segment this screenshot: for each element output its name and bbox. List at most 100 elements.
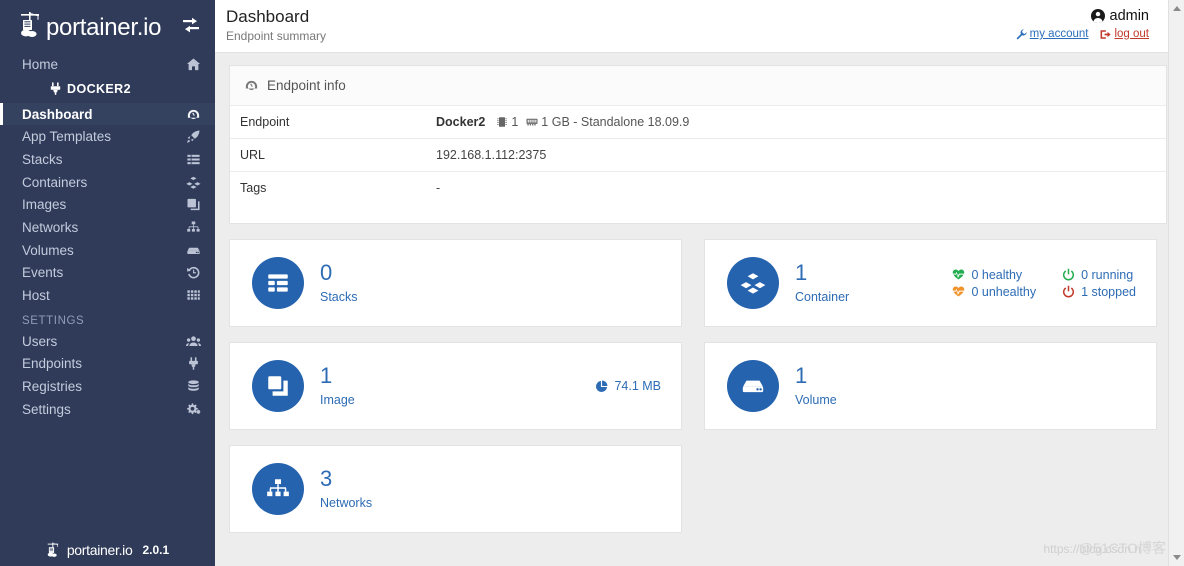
sign-out-icon <box>1101 29 1112 39</box>
sidebar-item-registries[interactable]: Registries <box>0 375 215 398</box>
th-icon <box>187 290 200 300</box>
users-icon <box>186 336 201 346</box>
sidebar: portainer.io Home DOCKER2 Dashboard App … <box>0 0 215 566</box>
sidebar-item-settings[interactable]: Settings <box>0 398 215 421</box>
status-healthy: 0 healthy <box>952 268 1036 282</box>
endpoint-info-header: Endpoint info <box>230 66 1166 106</box>
status-label: 0 healthy <box>971 267 1023 282</box>
log-out-label: log out <box>1114 28 1149 40</box>
list-icon <box>187 154 200 165</box>
card-label: Image <box>320 393 355 407</box>
status-running: 0 running <box>1062 268 1136 282</box>
sidebar-item-stacks[interactable]: Stacks <box>0 148 215 171</box>
endpoint-info-table: Endpoint Docker2 1 1 GB - Standalone 18.… <box>230 106 1166 223</box>
power-icon <box>1063 268 1075 281</box>
card-left: 3 Networks <box>252 463 372 515</box>
pie-chart-icon <box>596 380 608 392</box>
scroll-down-arrow-icon[interactable] <box>1173 555 1181 560</box>
wrench-icon <box>1016 28 1027 40</box>
endpoint-value-group: Docker2 1 1 GB - Standalone 18.09.9 <box>436 115 1166 129</box>
page-heading-group: Dashboard Endpoint summary <box>226 6 326 52</box>
database-icon <box>188 380 199 391</box>
card-count: 3 <box>320 466 333 491</box>
brand-name: portainer.io <box>46 13 162 41</box>
sidebar-item-events[interactable]: Events <box>0 262 215 285</box>
status-label: 0 unhealthy <box>971 284 1037 299</box>
sidebar-item-users[interactable]: Users <box>0 330 215 353</box>
tachometer-icon <box>245 80 258 91</box>
sidebar-item-label: Stacks <box>22 151 63 167</box>
endpoint-info-title: Endpoint info <box>267 78 346 93</box>
card-text: 1 Container <box>795 262 850 305</box>
container-status-grid: 0 healthy 0 running 0 unhealthy 1 stoppe… <box>952 268 1136 299</box>
log-out-link[interactable]: log out <box>1100 28 1149 40</box>
row-value: - <box>436 181 441 195</box>
sidebar-item-dashboard[interactable]: Dashboard <box>0 102 215 126</box>
power-icon <box>1063 285 1075 298</box>
history-icon <box>186 267 200 279</box>
vertical-scrollbar[interactable] <box>1168 0 1184 566</box>
sitemap-icon <box>267 479 289 497</box>
sidebar-item-networks[interactable]: Networks <box>0 216 215 239</box>
card-text: 3 Networks <box>320 466 372 511</box>
sidebar-item-label: Images <box>22 197 67 213</box>
card-count: 1 <box>795 363 808 388</box>
sidebar-footer: portainer.io 2.0.1 <box>0 532 215 566</box>
sidebar-item-volumes[interactable]: Volumes <box>0 239 215 262</box>
sidebar-item-containers[interactable]: Containers <box>0 171 215 194</box>
row-value: Docker2 1 1 GB - Standalone 18.09.9 <box>426 106 1166 139</box>
endpoint-memory: 1 GB - Standalone 18.09.9 <box>541 115 690 129</box>
card-text: 1 Volume <box>795 363 837 408</box>
sidebar-item-images[interactable]: Images <box>0 193 215 216</box>
card-image[interactable]: 1 Image 74.1 MB <box>229 342 682 430</box>
sidebar-item-home[interactable]: Home <box>0 53 215 76</box>
sidebar-item-host[interactable]: Host <box>0 284 215 307</box>
stacks-icon <box>268 274 288 292</box>
card-label: Volume <box>795 393 837 407</box>
card-volume[interactable]: 1 Volume <box>704 342 1157 430</box>
sidebar-header: portainer.io <box>0 0 215 49</box>
page-subtitle: Endpoint summary <box>226 29 327 43</box>
card-text: 0 Stacks <box>320 262 358 305</box>
card-count: 1 <box>320 363 333 388</box>
main-content: Dashboard Endpoint summary admin my acco… <box>215 0 1184 566</box>
card-right: 74.1 MB <box>595 379 661 393</box>
scroll-up-arrow-icon[interactable] <box>1173 6 1181 11</box>
card-icon-circle <box>252 360 304 412</box>
sidebar-item-label: App Templates <box>22 129 112 145</box>
status-label: 0 running <box>1081 267 1134 282</box>
footer-version: 2.0.1 <box>142 542 170 557</box>
sidebar-item-app-templates[interactable]: App Templates <box>0 125 215 148</box>
app-root: portainer.io Home DOCKER2 Dashboard App … <box>0 0 1184 566</box>
endpoint-cpu: 1 <box>511 115 519 129</box>
status-unhealthy: 0 unhealthy <box>952 285 1036 299</box>
my-account-link[interactable]: my account <box>1016 28 1088 40</box>
card-stacks[interactable]: 0 Stacks <box>229 239 682 327</box>
table-row: Tags - <box>230 172 1166 224</box>
sidebar-item-label: Users <box>22 333 58 349</box>
images-icon <box>187 199 200 211</box>
card-container[interactable]: 1 Container 0 healthy 0 running 0 unheal… <box>704 239 1157 327</box>
card-networks[interactable]: 3 Networks <box>229 445 682 533</box>
card-text: 1 Image <box>320 363 355 408</box>
portainer-crane-logo-icon <box>47 542 58 557</box>
sidebar-section-settings: SETTINGS <box>22 314 85 327</box>
user-name: admin <box>1109 8 1150 24</box>
card-left: 1 Container <box>727 257 849 309</box>
user-row: admin <box>1016 8 1149 24</box>
exchange-arrows-icon[interactable] <box>181 15 201 35</box>
card-icon-circle <box>252 257 304 309</box>
table-row: URL 192.168.1.112:2375 <box>230 138 1166 172</box>
images-icon <box>268 376 288 396</box>
user-circle-icon <box>1090 9 1105 23</box>
dashboard-icon <box>187 109 200 119</box>
sidebar-item-endpoints[interactable]: Endpoints <box>0 353 215 376</box>
endpoint-info-panel: Endpoint info Endpoint Docker2 1 1 GB - … <box>229 65 1167 224</box>
sidebar-item-label: Dashboard <box>22 106 93 122</box>
user-links: my account log out <box>1016 28 1149 40</box>
table-row: Endpoint Docker2 1 1 GB - Standalone 18.… <box>230 106 1166 139</box>
card-label: Container <box>795 290 850 304</box>
endpoint-name: Docker2 <box>436 115 486 129</box>
sidebar-item-label: Host <box>22 288 50 304</box>
cogs-icon <box>187 403 201 414</box>
